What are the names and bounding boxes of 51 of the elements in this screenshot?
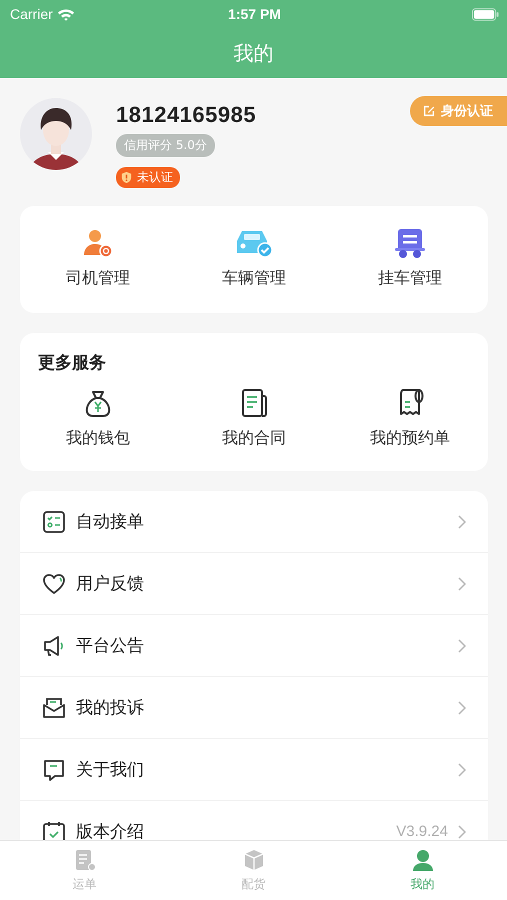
list-row[interactable]: 关于我们 bbox=[20, 739, 488, 801]
menu-label: 司机管理 bbox=[66, 268, 130, 289]
row-label: 自动接单 bbox=[76, 511, 145, 533]
row-label: 关于我们 bbox=[76, 759, 145, 781]
chevron-right-icon bbox=[458, 700, 466, 714]
menu-label: 我的预约单 bbox=[370, 428, 450, 449]
chevron-right-icon bbox=[458, 638, 466, 652]
list-row[interactable]: 自动接单 bbox=[20, 491, 488, 553]
grid-menu-item[interactable]: 我的预约单 bbox=[332, 386, 488, 449]
grid-menu-item[interactable]: 我的钱包 bbox=[20, 386, 176, 449]
calendar-check-icon bbox=[42, 820, 66, 840]
carrier-name: Carrier bbox=[10, 6, 53, 22]
heart-icon bbox=[42, 572, 66, 596]
avatar bbox=[20, 98, 92, 170]
phone-number: 18124165985 bbox=[116, 102, 256, 128]
grid-menu-item[interactable]: 我的合同 bbox=[176, 386, 332, 449]
person-icon bbox=[410, 848, 434, 872]
menu-label: 车辆管理 bbox=[222, 268, 286, 289]
list-row[interactable]: 我的投诉 bbox=[20, 677, 488, 739]
envelope-icon bbox=[42, 696, 66, 720]
warning-shield-icon bbox=[120, 171, 133, 184]
trailer-icon bbox=[392, 226, 428, 260]
grid-menu-item[interactable]: 车辆管理 bbox=[176, 226, 332, 289]
grid-menu-item[interactable]: 司机管理 bbox=[20, 226, 176, 289]
megaphone-icon bbox=[42, 634, 66, 658]
menu-label: 我的钱包 bbox=[66, 428, 130, 449]
status-time: 1:57 PM bbox=[228, 6, 281, 22]
checklist-icon bbox=[42, 510, 66, 534]
chevron-right-icon bbox=[458, 762, 466, 776]
unverified-label: 未认证 bbox=[137, 169, 173, 186]
credit-score-badge: 信用评分 5.0分 bbox=[116, 134, 215, 157]
row-label: 用户反馈 bbox=[76, 573, 145, 595]
section-title: 更多服务 bbox=[38, 352, 107, 374]
battery-icon bbox=[472, 8, 499, 20]
row-label: 我的投诉 bbox=[76, 697, 145, 719]
menu-label: 我的合同 bbox=[222, 428, 286, 449]
version-text: V3.9.24 bbox=[396, 823, 448, 840]
edit-icon bbox=[422, 104, 436, 118]
page-title: 我的 bbox=[234, 40, 274, 66]
list-row[interactable]: 用户反馈 bbox=[20, 553, 488, 615]
document-icon bbox=[239, 386, 269, 420]
list-row[interactable]: 平台公告 bbox=[20, 615, 488, 677]
wifi-icon bbox=[56, 8, 75, 20]
chevron-right-icon bbox=[458, 514, 466, 528]
chevron-right-icon bbox=[458, 824, 466, 838]
row-label: 版本介绍 bbox=[76, 821, 145, 840]
chat-bubble-icon bbox=[42, 758, 66, 782]
row-label: 平台公告 bbox=[76, 635, 145, 657]
menu-label: 挂车管理 bbox=[378, 268, 442, 289]
grid-menu-item[interactable]: 挂车管理 bbox=[332, 226, 488, 289]
chevron-right-icon bbox=[458, 576, 466, 590]
